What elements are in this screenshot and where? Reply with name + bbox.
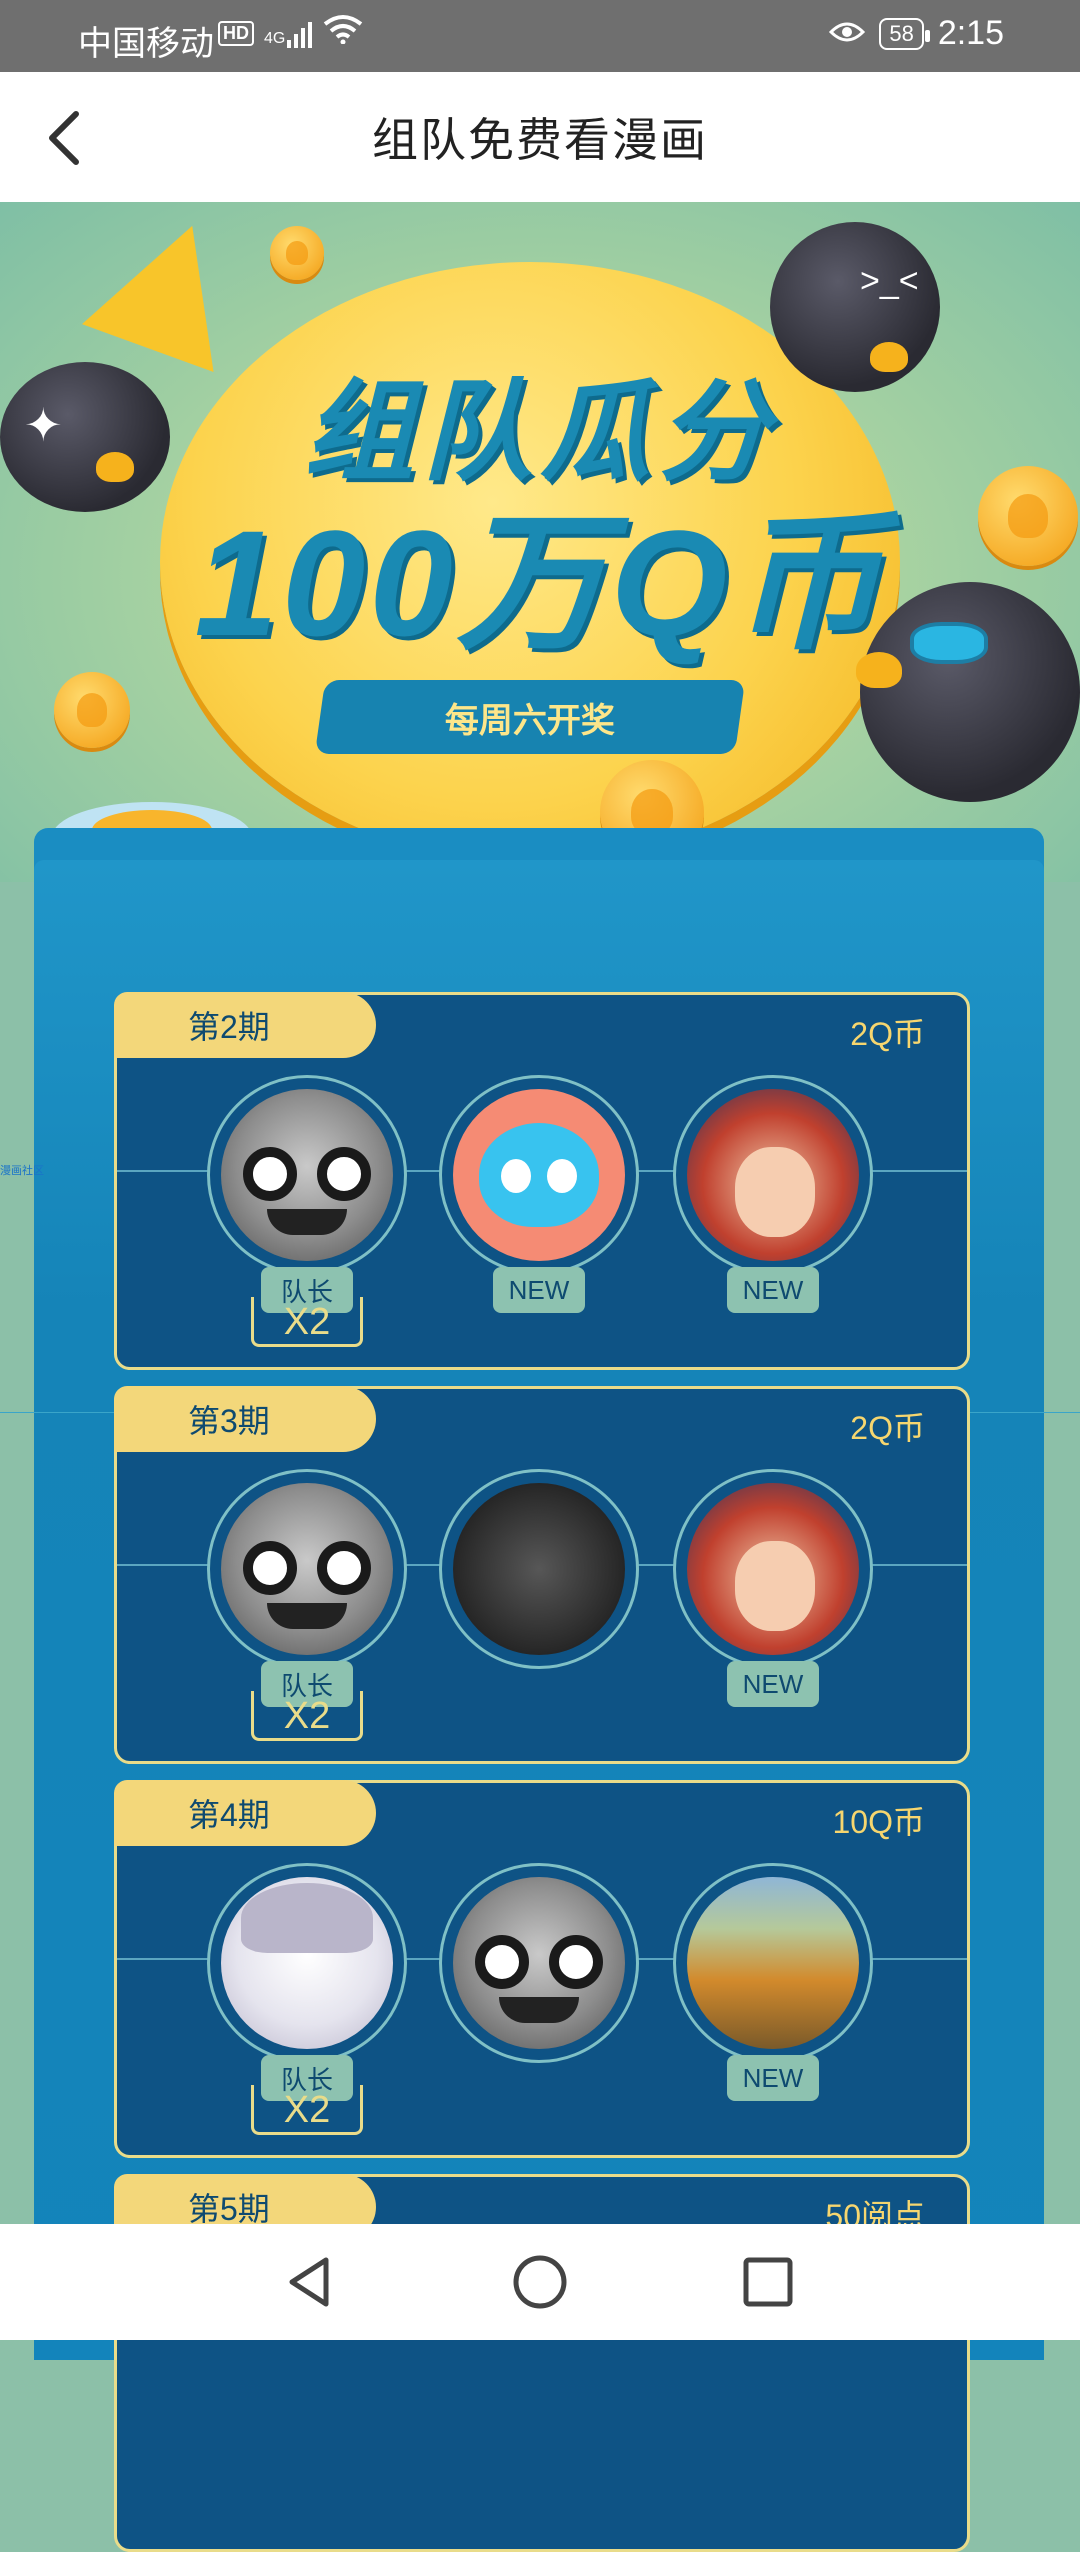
period-reward: 10Q币	[832, 1804, 926, 1840]
period-card[interactable]: 第3期 2Q币 队长 X2 NEW	[114, 1386, 970, 1764]
nav-home-button[interactable]	[510, 2252, 570, 2312]
member-avatar-captain[interactable]	[207, 1075, 407, 1275]
app-header: 组队免费看漫画	[0, 72, 1080, 202]
new-badge: NEW	[493, 1267, 585, 1313]
member-avatar[interactable]	[439, 1075, 639, 1275]
member-avatar[interactable]	[673, 1075, 873, 1275]
hd-icon: HD	[218, 21, 254, 46]
banner-headline-line2: 100万Q币	[194, 499, 886, 667]
period-reward: 2Q币	[850, 1410, 925, 1446]
multiplier-badge: X2	[251, 1297, 363, 1347]
eye-icon	[829, 14, 866, 53]
promo-banner: ✦ >_< 组队瓜分 100万Q币 每周六开奖	[0, 202, 1080, 882]
nav-back-button[interactable]	[280, 2252, 340, 2312]
avatar-image	[221, 1089, 393, 1261]
avatar-image	[687, 1877, 859, 2049]
period-card[interactable]: 第4期 10Q币 队长 X2 NEW	[114, 1780, 970, 2158]
avatar-image	[453, 1483, 625, 1655]
period-reward: 2Q币	[850, 1016, 925, 1052]
carrier-label: 中国移动	[78, 25, 214, 63]
new-badge: NEW	[727, 2055, 819, 2101]
new-badge: NEW	[727, 1267, 819, 1313]
member-avatar[interactable]	[439, 1863, 639, 2063]
new-badge: NEW	[727, 1661, 819, 1707]
nav-recent-button[interactable]	[738, 2252, 798, 2312]
system-nav-bar	[0, 2224, 1080, 2340]
draw-schedule-ribbon: 每周六开奖	[314, 680, 746, 754]
circle-home-icon	[513, 2255, 567, 2309]
period-label: 第2期	[114, 992, 376, 1058]
triangle-back-icon	[289, 2257, 329, 2307]
status-right: 58 2:15	[829, 14, 1004, 53]
avatar-image	[687, 1483, 859, 1655]
member-avatar[interactable]	[673, 1469, 873, 1669]
page-title: 组队免费看漫画	[372, 114, 708, 166]
back-button[interactable]	[44, 108, 94, 168]
avatar-image	[221, 1877, 393, 2049]
period-label: 第4期	[114, 1780, 376, 1846]
battery-icon: 58	[879, 17, 931, 50]
coin-graphic	[270, 226, 324, 280]
avatar-image	[687, 1089, 859, 1261]
member-avatar-captain[interactable]	[207, 1863, 407, 2063]
coin-graphic	[54, 672, 130, 748]
clock: 2:15	[937, 14, 1004, 52]
avatar-image	[221, 1483, 393, 1655]
network-indicators: HD 4G	[218, 14, 363, 53]
avatar-image	[453, 1089, 625, 1261]
period-card[interactable]: 第2期 2Q币 队长 X2 NEW NEW	[114, 992, 970, 1370]
avatar-image	[453, 1877, 625, 2049]
status-bar: 中国移动 HD 4G 58 2:15	[0, 0, 1080, 72]
square-recent-icon	[743, 2257, 793, 2307]
multiplier-badge: X2	[251, 2085, 363, 2135]
chevron-left-icon	[49, 111, 79, 165]
member-avatar-captain[interactable]	[207, 1469, 407, 1669]
signal-icon: 4G	[264, 20, 313, 48]
member-avatar[interactable]	[439, 1469, 639, 1669]
member-avatar[interactable]	[673, 1863, 873, 2063]
signal-label: 4G	[264, 29, 286, 47]
wifi-icon	[323, 14, 363, 53]
ribbon-text: 每周六开奖	[445, 701, 615, 740]
period-label: 第3期	[114, 1386, 376, 1452]
multiplier-badge: X2	[251, 1691, 363, 1741]
side-label: 漫画社区	[0, 1165, 44, 1177]
